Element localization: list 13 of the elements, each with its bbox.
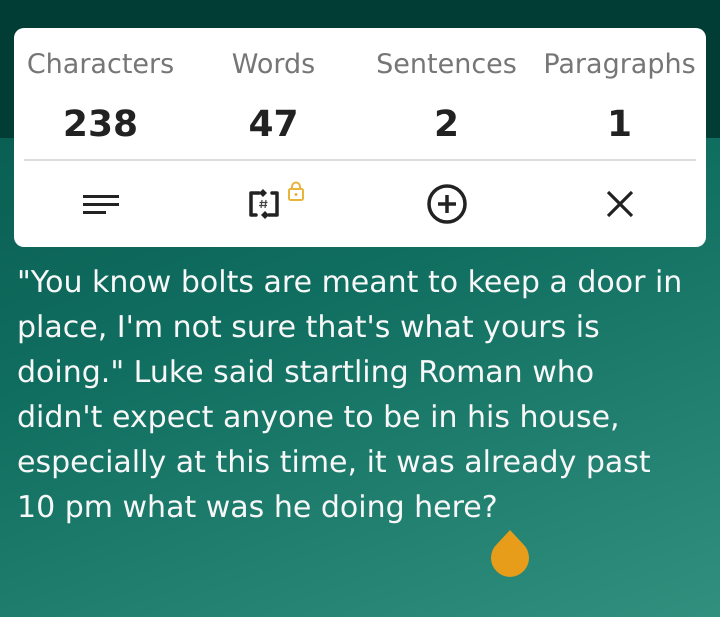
text-cursor-handle[interactable] [490,530,530,579]
stat-label: Characters [26,48,174,82]
lines-icon [82,194,118,214]
stat-value: 47 [248,103,299,147]
stat-label: Words [232,48,316,82]
body-text: "You know bolts are meant to keep a door in place, I'm not sure that's what yours is doing." Luke said startling Roman who didn't expect anyone to be in his house, especially at this time, it was already past 10 pm what was he doing here? [16,264,684,527]
stat-value: 2 [434,103,460,147]
stat-label: Paragraphs [543,48,696,82]
stat-value: 1 [606,103,632,147]
close-icon [606,191,632,217]
stat-label: Sentences [376,48,517,82]
add-circle-icon [426,184,466,224]
stat-value: 238 [62,103,138,147]
